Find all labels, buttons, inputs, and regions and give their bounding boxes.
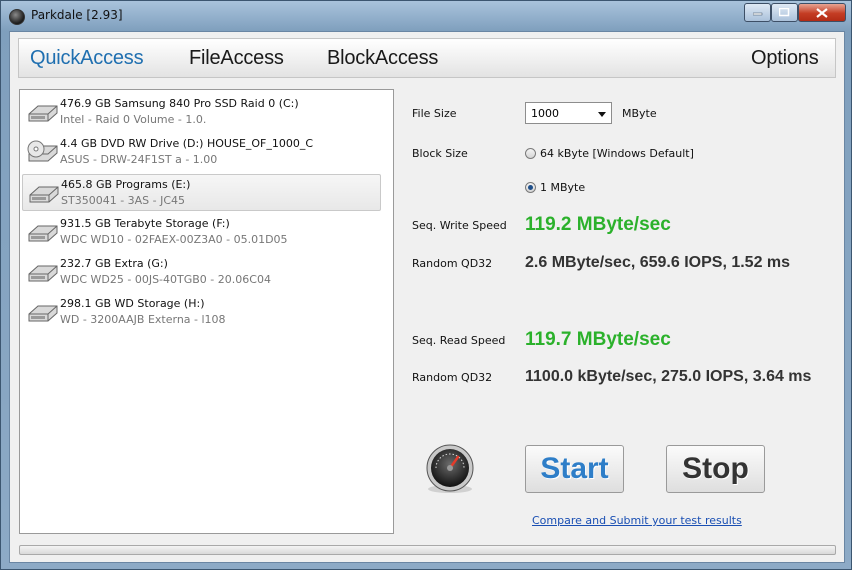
file-size-value: 1000 (531, 107, 559, 120)
tab-fileaccess[interactable]: FileAccess (189, 47, 284, 70)
seq-write-label: Seq. Write Speed (412, 219, 507, 232)
radio-64kbyte-label[interactable]: 64 kByte [Windows Default] (540, 147, 694, 160)
drive-name: 232.7 GB Extra (G:) (60, 257, 168, 270)
drive-item[interactable]: 931.5 GB Terabyte Storage (F:) WDC WD10 … (22, 214, 381, 251)
drive-name: 465.8 GB Programs (E:) (61, 178, 191, 191)
drive-name: 931.5 GB Terabyte Storage (F:) (60, 217, 230, 230)
close-icon (816, 7, 828, 18)
hard-drive-icon (28, 265, 58, 282)
stop-button[interactable]: Stop (666, 445, 765, 493)
window-title: Parkdale [2.93] (31, 8, 123, 22)
file-size-unit: MByte (622, 107, 657, 120)
file-size-label: File Size (412, 107, 457, 120)
minimize-button[interactable] (744, 3, 771, 22)
seq-write-value: 119.2 MByte/sec (525, 214, 671, 235)
minimize-icon (752, 12, 762, 15)
radio-1mbyte[interactable] (525, 182, 536, 193)
drive-name: 476.9 GB Samsung 840 Pro SSD Raid 0 (C:) (60, 97, 299, 110)
seq-read-label: Seq. Read Speed (412, 334, 506, 347)
hard-drive-icon (28, 225, 58, 242)
maximize-button[interactable] (771, 3, 798, 22)
random-write-value: 2.6 MByte/sec, 659.6 IOPS, 1.52 ms (525, 254, 791, 271)
radio-64kbyte[interactable] (525, 148, 536, 159)
maximize-icon (779, 8, 790, 17)
tab-bar: QuickAccess FileAccess BlockAccess Optio… (18, 38, 836, 78)
drive-item[interactable]: 476.9 GB Samsung 840 Pro SSD Raid 0 (C:)… (22, 94, 381, 131)
drive-name: 298.1 GB WD Storage (H:) (60, 297, 205, 310)
hard-drive-icon (28, 105, 58, 122)
file-size-select[interactable]: 1000 (525, 102, 612, 124)
random-read-label: Random QD32 (412, 371, 493, 384)
app-window: Parkdale [2.93] QuickAccess FileAccess B… (0, 0, 852, 570)
hard-drive-icon (29, 186, 59, 203)
radio-1mbyte-label[interactable]: 1 MByte (540, 181, 585, 194)
drive-detail: WDC WD25 - 00JS-40TGB0 - 20.06C04 (60, 273, 271, 286)
tab-quickaccess[interactable]: QuickAccess (30, 47, 144, 70)
drive-detail: WD - 3200AAJB Externa - l108 (60, 313, 226, 326)
start-button[interactable]: Start (525, 445, 624, 493)
drive-detail: WDC WD10 - 02FAEX-00Z3A0 - 05.01D05 (60, 233, 288, 246)
drive-item[interactable]: 4.4 GB DVD RW Drive (D:) HOUSE_OF_1000_C… (22, 134, 381, 171)
title-bar[interactable]: Parkdale [2.93] (1, 1, 852, 31)
drive-detail: Intel - Raid 0 Volume - 1.0. (60, 113, 207, 126)
hard-drive-icon (28, 305, 58, 322)
tab-options[interactable]: Options (751, 47, 819, 70)
drive-item[interactable]: 298.1 GB WD Storage (H:) WD - 3200AAJB E… (22, 294, 381, 331)
drive-item[interactable]: 232.7 GB Extra (G:) WDC WD25 - 00JS-40TG… (22, 254, 381, 291)
close-button[interactable] (798, 3, 846, 22)
drive-list[interactable]: 476.9 GB Samsung 840 Pro SSD Raid 0 (C:)… (19, 89, 394, 534)
drive-detail: ST350041 - 3AS - JC45 (61, 194, 186, 207)
seq-read-value: 119.7 MByte/sec (525, 329, 671, 350)
drive-detail: ASUS - DRW-24F1ST a - 1.00 (60, 153, 218, 166)
main-panel: QuickAccess FileAccess BlockAccess Optio… (9, 31, 845, 563)
block-size-label: Block Size (412, 147, 468, 160)
dvd-drive-icon (27, 140, 58, 162)
random-read-value: 1100.0 kByte/sec, 275.0 IOPS, 3.64 ms (525, 368, 812, 385)
app-icon (9, 9, 25, 25)
speedometer-icon (426, 444, 474, 493)
progress-bar (19, 545, 836, 555)
chevron-down-icon (598, 112, 606, 117)
drive-name: 4.4 GB DVD RW Drive (D:) HOUSE_OF_1000_C (60, 137, 314, 150)
random-write-label: Random QD32 (412, 257, 493, 270)
drive-item-selected[interactable]: 465.8 GB Programs (E:) ST350041 - 3AS - … (22, 174, 381, 211)
compare-submit-link[interactable]: Compare and Submit your test results (532, 514, 742, 527)
tab-blockaccess[interactable]: BlockAccess (327, 47, 438, 70)
